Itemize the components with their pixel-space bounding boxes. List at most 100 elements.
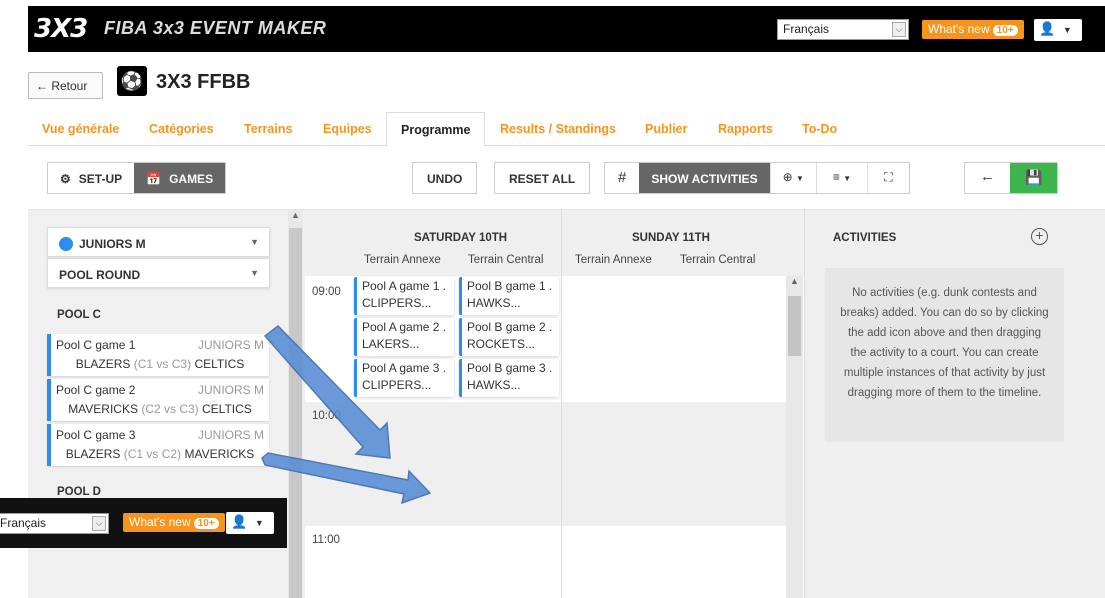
show-activities-button[interactable]: SHOW ACTIVITIES	[639, 163, 770, 193]
tab-teams[interactable]: Equipes	[323, 122, 372, 136]
chevron-down-icon: ⌵	[92, 516, 106, 531]
game-card[interactable]: Pool C game 3 JUNIORS M BLAZERS (C1 vs C2…	[47, 424, 269, 466]
setup-button[interactable]: ⚙ SET-UP	[48, 163, 134, 193]
filter-dropdown[interactable]: ≡ ▼	[815, 163, 867, 193]
caret-icon: ▼	[795, 174, 804, 183]
fullscreen-button[interactable]: ⛶	[867, 163, 908, 193]
home-team: BLAZERS	[75, 357, 131, 371]
hour-band	[305, 526, 787, 598]
language-value: Français	[0, 516, 47, 530]
category-value: JUNIORS M	[79, 237, 146, 251]
category-dropdown[interactable]: JUNIORS M ▼	[47, 227, 270, 257]
pairing: (C1 vs C2)	[123, 447, 182, 461]
scrollbar-thumb[interactable]	[289, 228, 302, 598]
chevron-down-icon: ⌵	[892, 22, 906, 37]
scheduled-game[interactable]: Pool A game 1 . CLIPPERS...	[354, 277, 454, 315]
round-dropdown[interactable]: POOL ROUND ▼	[47, 258, 270, 288]
whats-new-button[interactable]: What's new 10+	[922, 20, 1024, 39]
add-activity-icon[interactable]: +	[1031, 228, 1048, 245]
chevron-down-icon: ▼	[254, 518, 264, 528]
numbering-button[interactable]: #	[605, 163, 639, 193]
scheduled-game[interactable]: Pool B game 3 . HAWKS...	[459, 359, 559, 397]
filter-icon: ≡	[832, 170, 840, 184]
tab-todo[interactable]: To-Do	[802, 122, 837, 136]
activities-title: ACTIVITIES	[833, 232, 897, 244]
time-label: 11:00	[312, 534, 340, 546]
overlay-top-bar: Français ⌵ What's new 10+ 👤 ▼	[0, 498, 287, 548]
scheduled-game[interactable]: Pool A game 2 . LAKERS...	[354, 318, 454, 356]
caret-icon: ▼	[250, 268, 259, 278]
games-label: GAMES	[169, 172, 214, 186]
scheduled-game[interactable]: Pool A game 3 . CLIPPERS...	[354, 359, 454, 397]
game-category: JUNIORS M	[198, 383, 264, 397]
undo-button[interactable]: UNDO	[413, 163, 476, 193]
caret-icon: ▼	[843, 174, 852, 183]
whats-new-label: What's new	[928, 22, 990, 36]
reset-all-button[interactable]: RESET ALL	[495, 163, 589, 193]
game-card[interactable]: Pool C game 1 JUNIORS M BLAZERS (C1 vs C3…	[47, 334, 269, 376]
activities-empty-message: No activities (e.g. dunk contests and br…	[825, 268, 1064, 442]
away-team: MAVERICKS	[184, 447, 255, 461]
slot-team: LAKERS...	[362, 337, 420, 351]
game-category: JUNIORS M	[198, 428, 264, 442]
whats-new-count: 10+	[193, 518, 219, 529]
game-name: Pool C game 1	[56, 338, 136, 352]
toolbar: ⚙ SET-UP 📅 GAMES UNDO RESET ALL # SHOW ACT…	[28, 146, 1105, 210]
tab-bar: Vue générale Catégories Terrains Equipes…	[28, 112, 1105, 147]
app-title: FIBA 3x3 EVENT MAKER	[104, 18, 327, 38]
tab-publish[interactable]: Publier	[645, 122, 687, 136]
user-menu[interactable]: 👤 ▼	[1034, 19, 1082, 41]
user-menu[interactable]: 👤 ▼	[226, 512, 274, 534]
game-card[interactable]: Pool C game 2 JUNIORS M MAVERICKS (C2 vs …	[47, 379, 269, 421]
arrow-left-icon: ←	[980, 168, 995, 185]
mode-toggle: ⚙ SET-UP 📅 GAMES	[47, 162, 227, 194]
language-select[interactable]: Français ⌵	[0, 513, 109, 534]
court-header: Terrain Central	[680, 254, 756, 266]
scheduled-game[interactable]: Pool B game 2 . ROCKETS...	[459, 318, 559, 356]
category-color-dot	[59, 237, 73, 251]
slot-team: HAWKS...	[467, 296, 521, 310]
slot-title: Pool B game 2 .	[467, 320, 553, 334]
floppy-disk-icon: 💾	[1025, 169, 1043, 185]
tab-courts[interactable]: Terrains	[244, 122, 292, 136]
pairing: (C1 vs C3)	[133, 357, 192, 371]
schedule-scrollbar[interactable]: ▲	[786, 276, 803, 598]
scroll-up-icon[interactable]: ▲	[786, 276, 803, 286]
slot-title: Pool A game 1 .	[362, 279, 447, 293]
whats-new-button[interactable]: What's new 10+	[123, 513, 225, 532]
back-arrow-button[interactable]: ←	[965, 163, 1010, 193]
timeline: 09:00 10:00 11:00 Pool A game 1 . CLIPPER…	[305, 276, 805, 598]
activities-panel: ACTIVITIES + No activities (e.g. dunk co…	[804, 210, 1105, 598]
slot-title: Pool A game 2 .	[362, 320, 447, 334]
slot-title: Pool B game 3 .	[467, 361, 553, 375]
day-header: SATURDAY 10TH	[414, 232, 508, 244]
scheduled-game[interactable]: Pool B game 1 . HAWKS...	[459, 277, 559, 315]
scroll-up-icon[interactable]: ▲	[288, 210, 303, 220]
time-label: 09:00	[312, 286, 341, 298]
court-header: Terrain Central	[468, 254, 544, 266]
time-label: 10:00	[312, 410, 341, 422]
event-title: 3X3 FFBB	[156, 71, 251, 93]
games-button[interactable]: 📅 GAMES	[134, 163, 226, 193]
scrollbar-thumb[interactable]	[788, 296, 801, 356]
tab-reports[interactable]: Rapports	[718, 122, 773, 136]
language-value: Français	[783, 22, 830, 36]
chevron-down-icon: ▼	[1062, 25, 1072, 35]
home-team: BLAZERS	[65, 447, 121, 461]
add-dropdown[interactable]: ⊕ ▼	[769, 163, 816, 193]
away-team: CELTICS	[194, 357, 245, 371]
tab-programme[interactable]: Programme	[386, 112, 486, 147]
schedule-header: SATURDAY 10TH Terrain Annexe Terrain Cen…	[305, 210, 805, 276]
calendar-icon: 📅	[146, 172, 162, 186]
tab-overview[interactable]: Vue générale	[42, 122, 119, 136]
language-select[interactable]: Français ⌵	[777, 19, 909, 40]
day-divider	[561, 210, 562, 598]
slot-title: Pool A game 3 .	[362, 361, 447, 375]
schedule-grid: SATURDAY 10TH Terrain Annexe Terrain Cen…	[305, 210, 805, 598]
left-scrollbar[interactable]: ▲	[288, 210, 303, 598]
tab-categories[interactable]: Catégories	[149, 122, 214, 136]
slot-team: CLIPPERS...	[362, 296, 432, 310]
back-button[interactable]: ← Retour	[28, 72, 103, 99]
tab-results[interactable]: Results / Standings	[500, 122, 616, 136]
save-button[interactable]: 💾	[1010, 163, 1058, 193]
